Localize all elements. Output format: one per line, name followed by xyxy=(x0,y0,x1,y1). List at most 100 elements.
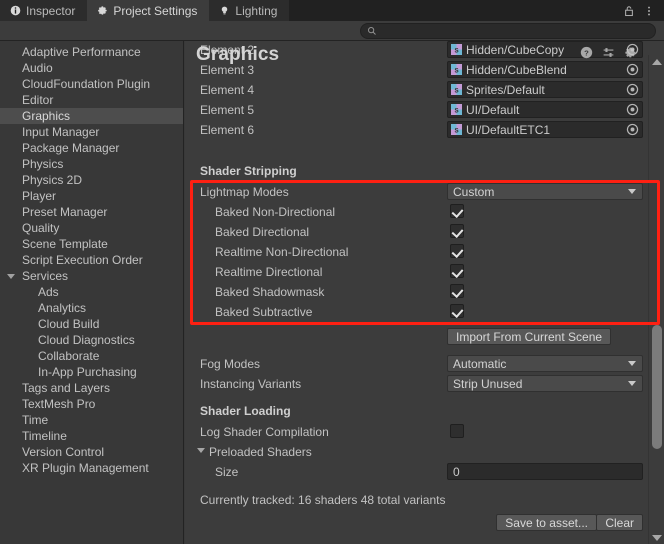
lightmap-mode-checkbox[interactable] xyxy=(450,304,464,318)
sidebar-item-label: Time xyxy=(22,413,49,427)
lightbulb-icon xyxy=(222,6,228,15)
object-picker-icon[interactable] xyxy=(625,62,640,77)
sidebar-item-player[interactable]: Player xyxy=(0,188,183,204)
svg-text:S: S xyxy=(454,87,458,94)
sidebar-item-tags-and-layers[interactable]: Tags and Layers xyxy=(0,380,183,396)
instancing-variants-dropdown[interactable]: Strip Unused xyxy=(447,375,643,392)
sidebar-item-time[interactable]: Time xyxy=(0,412,183,428)
sidebar-item-cloud-diagnostics[interactable]: Cloud Diagnostics xyxy=(0,332,183,348)
sidebar-item-label: Physics 2D xyxy=(22,173,83,187)
sidebar-item-physics-2d[interactable]: Physics 2D xyxy=(0,172,183,188)
tracked-shaders-text: Currently tracked: 16 shaders 48 total v… xyxy=(200,493,446,507)
sidebar-item-ads[interactable]: Ads xyxy=(0,284,183,300)
lightmap-mode-label: Baked Shadowmask xyxy=(215,285,325,299)
lightmap-mode-label: Realtime Non-Directional xyxy=(215,245,349,259)
sidebar-item-label: Cloud Diagnostics xyxy=(38,333,135,347)
sidebar-item-editor[interactable]: Editor xyxy=(0,92,183,108)
shader-loading-heading: Shader Loading xyxy=(200,404,291,418)
shader-loading-section: Shader Loading xyxy=(185,401,647,421)
sidebar-item-graphics[interactable]: Graphics xyxy=(0,108,183,124)
tab-inspector[interactable]: Inspector xyxy=(0,0,88,21)
lock-icon[interactable] xyxy=(623,4,635,18)
object-picker-icon[interactable] xyxy=(625,82,640,97)
preset-icon[interactable] xyxy=(602,46,615,59)
gear-icon xyxy=(98,6,107,15)
sidebar-item-cloudfoundation-plugin[interactable]: CloudFoundation Plugin xyxy=(0,76,183,92)
sidebar-item-services[interactable]: Services xyxy=(0,268,183,284)
sidebar-item-textmesh-pro[interactable]: TextMesh Pro xyxy=(0,396,183,412)
sidebar-item-script-execution-order[interactable]: Script Execution Order xyxy=(0,252,183,268)
save-to-asset-button[interactable]: Save to asset... xyxy=(496,514,597,531)
search-strip xyxy=(0,21,664,41)
sidebar-item-adaptive-performance[interactable]: Adaptive Performance xyxy=(0,44,183,60)
scroll-up-arrow[interactable] xyxy=(649,55,664,68)
search-input[interactable] xyxy=(377,25,655,37)
lightmap-mode-checkbox[interactable] xyxy=(450,264,464,278)
sidebar-item-analytics[interactable]: Analytics xyxy=(0,300,183,316)
shader-object-field[interactable]: S Hidden/CubeBlend xyxy=(447,61,643,78)
sidebar-item-collaborate[interactable]: Collaborate xyxy=(0,348,183,364)
shader-asset-icon: S xyxy=(451,64,462,75)
gear-icon[interactable] xyxy=(624,46,637,59)
import-from-current-scene-button[interactable]: Import From Current Scene xyxy=(447,328,612,345)
settings-category-sidebar[interactable]: Adaptive Performance Audio CloudFoundation… xyxy=(0,41,184,544)
tab-project-settings-label: Project Settings xyxy=(113,3,198,18)
lightmap-mode-checkbox[interactable] xyxy=(450,204,464,218)
lightmap-mode-checkbox[interactable] xyxy=(450,284,464,298)
sidebar-item-label: Editor xyxy=(22,93,54,107)
lightmap-mode-row: Baked Subtractive xyxy=(185,302,647,322)
sidebar-item-label: In-App Purchasing xyxy=(38,365,137,379)
clear-button[interactable]: Clear xyxy=(596,514,643,531)
shader-object-field[interactable]: S UI/Default xyxy=(447,101,643,118)
lightmap-mode-row: Realtime Directional xyxy=(185,262,647,282)
scrollbar-thumb[interactable] xyxy=(652,325,662,449)
sidebar-item-label: Graphics xyxy=(22,109,71,123)
shader-asset-icon: S xyxy=(451,84,462,95)
sidebar-item-timeline[interactable]: Timeline xyxy=(0,428,183,444)
fog-modes-label: Fog Modes xyxy=(200,357,261,371)
log-shader-compilation-checkbox[interactable] xyxy=(450,424,464,438)
chevron-down-icon xyxy=(628,381,636,386)
sidebar-item-in-app-purchasing[interactable]: In-App Purchasing xyxy=(0,364,183,380)
sidebar-item-label: Input Manager xyxy=(22,125,100,139)
unity-project-settings-window: Inspector Project Settings Lighting Adap… xyxy=(0,0,664,544)
sidebar-item-quality[interactable]: Quality xyxy=(0,220,183,236)
sidebar-item-package-manager[interactable]: Package Manager xyxy=(0,140,183,156)
foldout-open-icon[interactable] xyxy=(7,274,15,282)
lightmap-mode-checkbox[interactable] xyxy=(450,244,464,258)
element-index-label: Element 4 xyxy=(200,83,255,97)
sidebar-item-label: CloudFoundation Plugin xyxy=(22,77,151,91)
sidebar-item-cloud-build[interactable]: Cloud Build xyxy=(0,316,183,332)
object-picker-icon[interactable] xyxy=(625,122,640,137)
help-icon[interactable]: ? xyxy=(580,46,593,59)
sidebar-item-scene-template[interactable]: Scene Template xyxy=(0,236,183,252)
sidebar-item-input-manager[interactable]: Input Manager xyxy=(0,124,183,140)
shader-element-row: Element 4 S Sprites/Default xyxy=(185,80,647,100)
object-picker-icon[interactable] xyxy=(625,102,640,117)
tab-inspector-label: Inspector xyxy=(26,3,76,18)
scroll-down-arrow[interactable] xyxy=(649,531,664,544)
shader-object-field[interactable]: S UI/DefaultETC1 xyxy=(447,121,643,138)
sidebar-item-physics[interactable]: Physics xyxy=(0,156,183,172)
lightmap-modes-dropdown[interactable]: Custom xyxy=(447,183,643,200)
vertical-scrollbar[interactable] xyxy=(648,55,664,544)
sidebar-item-preset-manager[interactable]: Preset Manager xyxy=(0,204,183,220)
foldout-open-icon[interactable] xyxy=(197,448,205,453)
shader-object-field[interactable]: S Sprites/Default xyxy=(447,81,643,98)
svg-text:S: S xyxy=(454,127,458,134)
search-box[interactable] xyxy=(360,23,656,39)
fog-modes-dropdown[interactable]: Automatic xyxy=(447,355,643,372)
sidebar-item-xr-plugin-management[interactable]: XR Plugin Management xyxy=(0,460,183,476)
svg-text:S: S xyxy=(454,107,458,114)
sidebar-item-version-control[interactable]: Version Control xyxy=(0,444,183,460)
lightmap-modes-row: Lightmap Modes Custom xyxy=(185,182,647,202)
sidebar-item-label: Version Control xyxy=(22,445,105,459)
chevron-down-icon xyxy=(628,189,636,194)
tab-lighting[interactable]: Lighting xyxy=(209,0,290,21)
preloaded-shaders-size-input[interactable]: 0 xyxy=(447,463,643,480)
sidebar-item-audio[interactable]: Audio xyxy=(0,60,183,76)
kebab-menu-icon[interactable] xyxy=(643,4,655,18)
lightmap-mode-checkbox[interactable] xyxy=(450,224,464,238)
tab-project-settings[interactable]: Project Settings xyxy=(87,0,210,21)
sidebar-item-label: Scene Template xyxy=(22,237,108,251)
